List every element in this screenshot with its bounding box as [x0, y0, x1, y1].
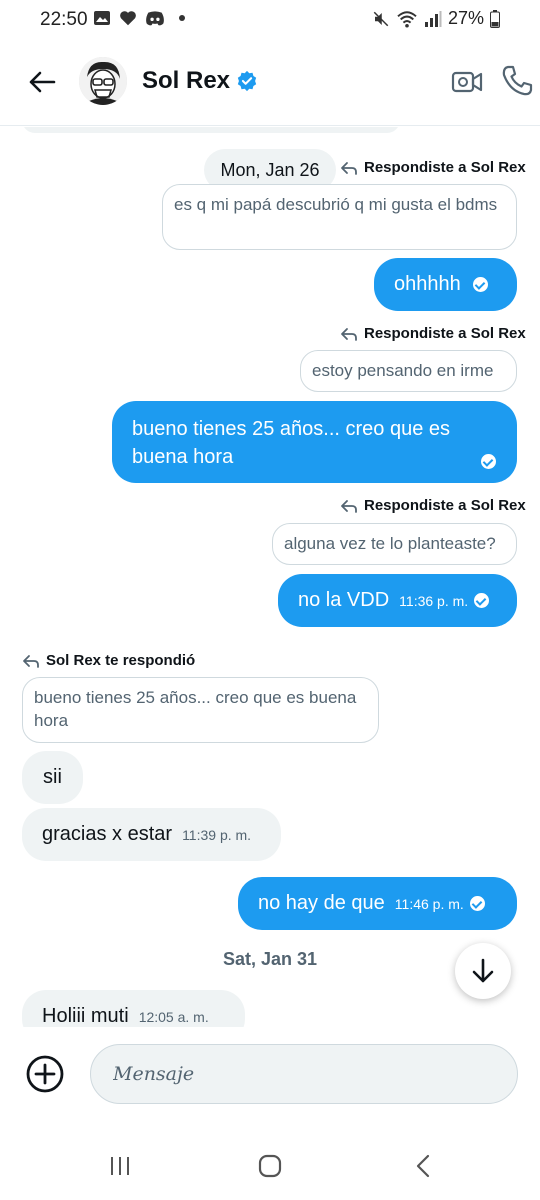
- scroll-to-bottom-button[interactable]: [455, 943, 511, 999]
- arrow-down-icon: [472, 958, 494, 983]
- discord-icon: [146, 10, 164, 25]
- contact-name[interactable]: Sol Rex: [142, 67, 230, 95]
- back-arrow-icon: [29, 71, 56, 93]
- read-check-icon: [474, 593, 490, 608]
- heart-icon: [120, 11, 136, 26]
- message-bubble-outgoing[interactable]: no la VDD 11:36 p. m.: [278, 574, 517, 627]
- gallery-icon: [94, 11, 110, 25]
- reply-icon: [341, 327, 357, 341]
- video-camera-icon: [451, 71, 483, 93]
- message-bubble-partial: [22, 127, 400, 133]
- phone-icon: [502, 65, 533, 96]
- reply-icon: [23, 654, 39, 668]
- back-button[interactable]: [22, 62, 62, 102]
- wifi-icon: [397, 10, 417, 28]
- message-time: 11:46 p. m.: [394, 895, 464, 912]
- message-time: 12:05 a. m.: [138, 1008, 209, 1025]
- message-input[interactable]: [90, 1044, 518, 1104]
- voice-call-button[interactable]: [500, 64, 534, 98]
- recent-apps-icon: [111, 1157, 129, 1175]
- video-call-button[interactable]: [450, 65, 484, 99]
- signal-icon: [424, 10, 442, 27]
- reply-icon: [341, 499, 357, 513]
- message-bubble-outgoing[interactable]: no hay de que 11:46 p. m.: [238, 877, 517, 930]
- battery-percent: 27%: [447, 8, 484, 28]
- quoted-message[interactable]: alguna vez te lo planteaste?: [272, 523, 517, 565]
- reply-label: Respondiste a Sol Rex: [340, 159, 526, 176]
- home-button[interactable]: [250, 1152, 290, 1180]
- message-list[interactable]: Mon, Jan 26 Respondiste a Sol Rex es q m…: [0, 127, 540, 1027]
- chevron-left-icon: [416, 1154, 430, 1178]
- battery-icon: [490, 9, 500, 28]
- add-attachment-button[interactable]: [25, 1054, 65, 1094]
- avatar-illustration: [79, 57, 127, 105]
- message-bubble-outgoing[interactable]: bueno tienes 25 años... creo que es buen…: [112, 401, 517, 483]
- contact-avatar[interactable]: [79, 57, 127, 105]
- chat-header: Sol Rex: [0, 40, 540, 126]
- status-bar: 22:50 27%: [0, 0, 540, 40]
- back-nav-button[interactable]: [403, 1152, 443, 1180]
- quoted-message[interactable]: estoy pensando en irme: [300, 350, 517, 392]
- system-navigation-bar: [0, 1130, 540, 1200]
- message-composer: [0, 1027, 540, 1127]
- verified-badge-icon: [237, 70, 257, 92]
- message-bubble-outgoing[interactable]: ohhhhh: [374, 258, 517, 311]
- message-bubble-incoming[interactable]: Holiii muti 12:05 a. m.: [22, 990, 245, 1027]
- mute-icon: [373, 11, 389, 26]
- recent-apps-button[interactable]: [100, 1152, 140, 1180]
- reply-label: Respondiste a Sol Rex: [340, 325, 526, 342]
- read-check-icon: [472, 277, 488, 292]
- home-icon: [258, 1154, 282, 1178]
- reply-label: Respondiste a Sol Rex: [340, 497, 526, 514]
- message-time: 11:36 p. m.: [399, 592, 469, 609]
- message-time: 11:39 p. m.: [182, 826, 252, 843]
- reply-icon: [341, 161, 357, 175]
- message-bubble-incoming[interactable]: sii: [22, 751, 83, 804]
- dot-icon: [179, 15, 185, 21]
- reply-label: Sol Rex te respondió: [22, 652, 195, 669]
- read-check-icon: [481, 454, 496, 469]
- quoted-message[interactable]: bueno tienes 25 años... creo que es buen…: [22, 677, 379, 743]
- message-bubble-incoming[interactable]: gracias x estar 11:39 p. m.: [22, 808, 281, 861]
- quoted-message[interactable]: es q mi papá descubrió q mi gusta el bdm…: [162, 184, 517, 250]
- status-time: 22:50: [40, 9, 88, 30]
- plus-circle-icon: [26, 1055, 64, 1093]
- read-check-icon: [469, 896, 485, 911]
